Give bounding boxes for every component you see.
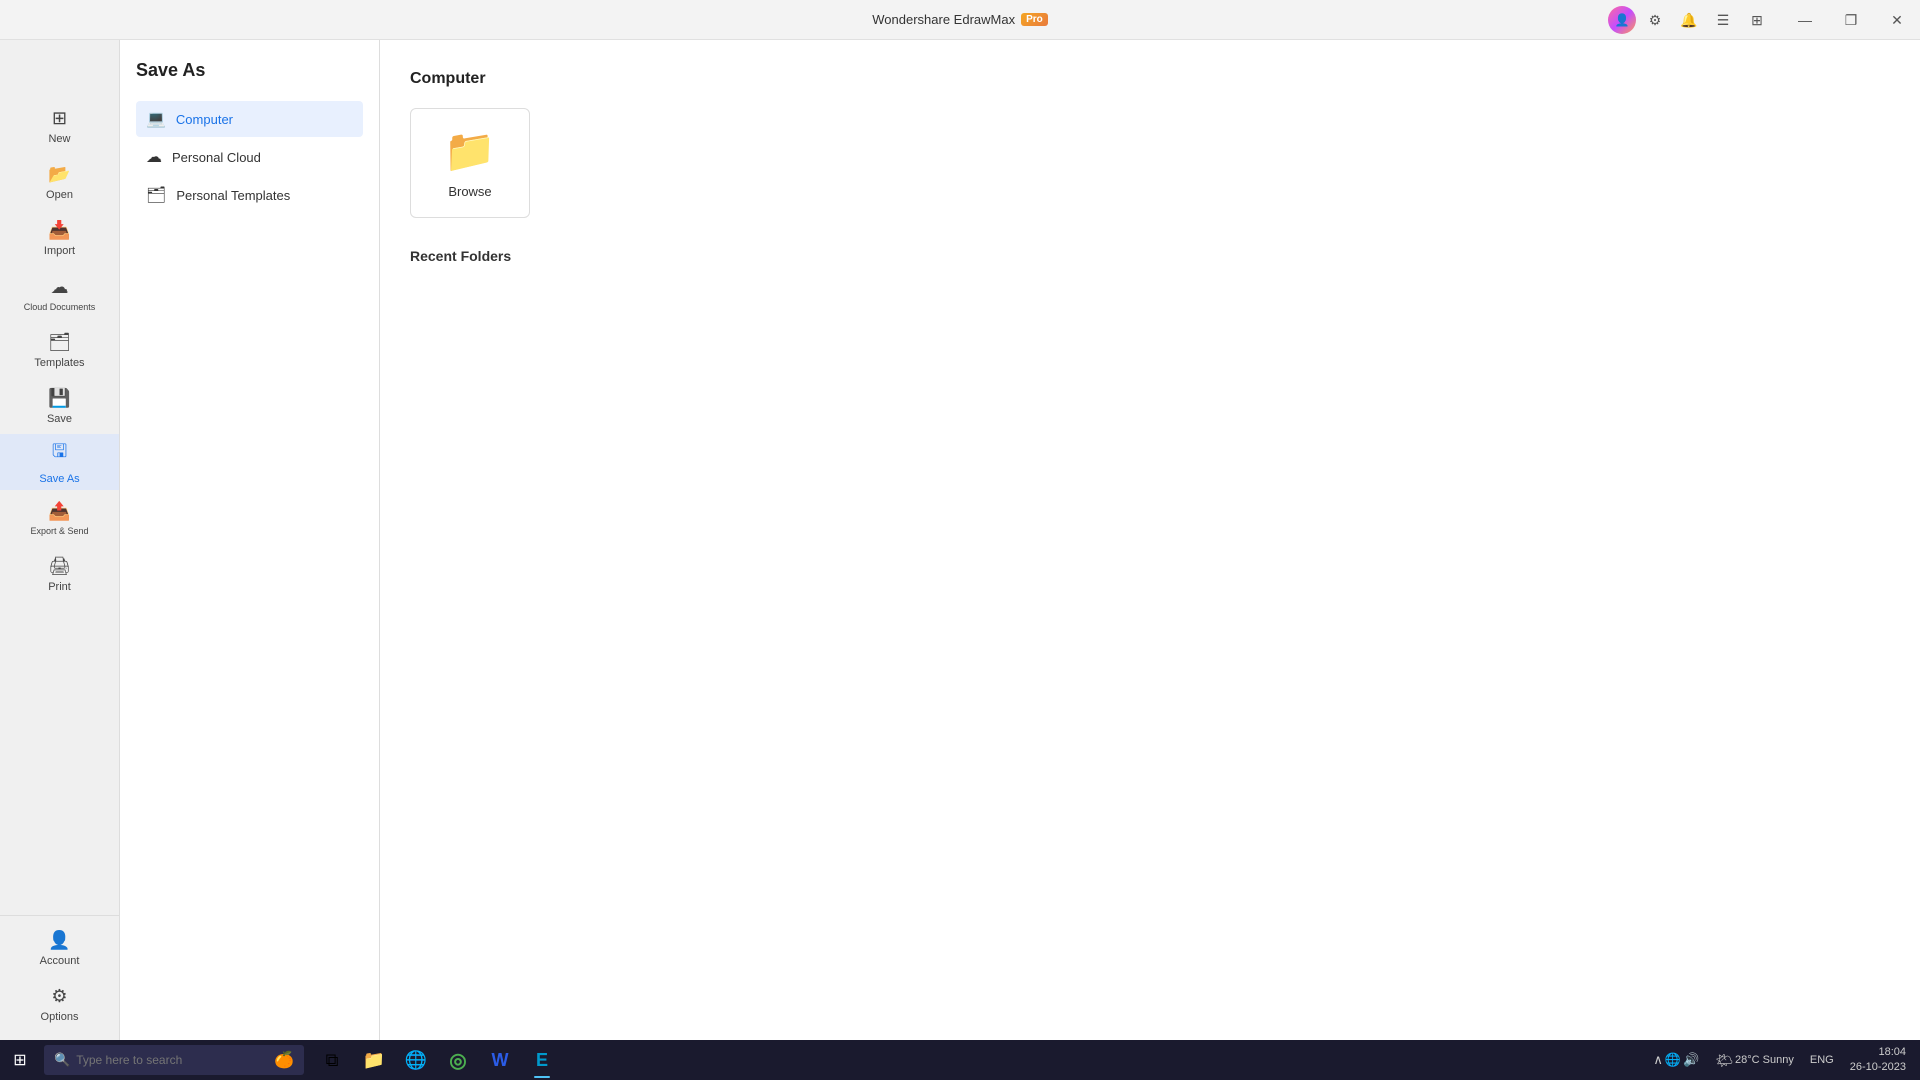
sidebar-item-save-as-label: Save As — [39, 473, 79, 485]
sidebar-item-save-as[interactable]: 🖫 Save As — [0, 434, 119, 490]
app-title: Wondershare EdrawMax Pro — [872, 12, 1048, 27]
app-title-text: Wondershare EdrawMax — [872, 12, 1015, 27]
sidebar-item-new[interactable]: ⊞ New — [0, 98, 119, 154]
taskbar-edge[interactable]: 🌐 — [396, 1040, 436, 1080]
cloud-documents-icon: ☁ — [51, 277, 69, 298]
sidebar-item-open[interactable]: 📂 Open — [0, 154, 119, 210]
options-icon: ⚙ — [51, 986, 67, 1007]
taskbar-lang[interactable]: ENG — [1804, 1050, 1840, 1070]
taskbar-edrawmax[interactable]: E — [522, 1040, 562, 1080]
sidebar-item-open-label: Open — [46, 189, 73, 201]
import-icon: 📥 — [48, 220, 70, 241]
search-icon: 🔍 — [54, 1052, 70, 1068]
new-icon: ⊞ — [52, 108, 67, 129]
taskbar-weather[interactable]: 🌤 28°C Sunny — [1709, 1048, 1800, 1073]
language-indicator: ENG — [1810, 1054, 1834, 1066]
personal-templates-icon: 🗂 — [146, 185, 166, 205]
sidebar-item-import-label: Import — [44, 245, 75, 257]
sidebar-item-account-label: Account — [40, 955, 80, 967]
close-button[interactable]: ✕ — [1874, 0, 1920, 40]
save-as-option-personal-cloud[interactable]: ☁ Personal Cloud — [136, 139, 363, 175]
left-sidebar: ⊞ New 📂 Open 📥 Import ☁ Cloud Documents … — [0, 40, 120, 1040]
sidebar-item-save-label: Save — [47, 413, 72, 425]
taskbar-task-view[interactable]: ⧉ — [312, 1040, 352, 1080]
main-content: Computer 📁 Browse Recent Folders — [380, 40, 1920, 1040]
export-send-icon: 📤 — [48, 501, 70, 522]
sidebar-item-account[interactable]: 👤 Account — [0, 920, 119, 976]
sidebar-item-export-label: Export & Send — [30, 526, 88, 536]
recent-folders-title: Recent Folders — [410, 248, 1890, 264]
weather-text: 28°C Sunny — [1735, 1054, 1794, 1066]
save-as-option-computer-label: Computer — [176, 112, 233, 127]
sidebar-bottom: 👤 Account ⚙ Options — [0, 915, 119, 1032]
sidebar-item-options[interactable]: ⚙ Options — [0, 976, 119, 1032]
toolbar-icon[interactable]: ⊞ — [1742, 5, 1772, 35]
templates-icon: 🗂 — [48, 332, 71, 353]
sidebar-item-templates[interactable]: 🗂 Templates — [0, 322, 119, 378]
browse-label: Browse — [448, 184, 491, 199]
title-bar-right-icons: 👤 ⚙ 🔔 ☰ ⊞ — [1600, 0, 1780, 40]
save-as-panel-title: Save As — [136, 60, 363, 81]
chevron-icon: ∧ — [1653, 1052, 1663, 1068]
sidebar-item-new-label: New — [48, 133, 70, 145]
time-display: 18:04 — [1850, 1045, 1906, 1060]
sidebar-item-export-send[interactable]: 📤 Export & Send — [0, 490, 119, 546]
user-avatar[interactable]: 👤 — [1608, 6, 1636, 34]
account-icon: 👤 — [48, 930, 70, 951]
sidebar-item-save[interactable]: 💾 Save — [0, 378, 119, 434]
start-icon: ⊞ — [13, 1050, 26, 1070]
sidebar-item-templates-label: Templates — [34, 357, 84, 369]
date-display: 26-10-2023 — [1850, 1060, 1906, 1075]
save-as-panel: Save As 💻 Computer ☁ Personal Cloud 🗂 Pe… — [120, 40, 380, 1040]
menu-icon[interactable]: ☰ — [1708, 5, 1738, 35]
pro-badge: Pro — [1021, 13, 1048, 26]
restore-button[interactable]: ❐ — [1828, 0, 1874, 40]
taskbar-right: ∧ 🌐 🔊 🌤 28°C Sunny ENG 18:04 26-10-2023 — [1647, 1041, 1920, 1080]
save-as-option-cloud-label: Personal Cloud — [172, 150, 261, 165]
taskbar-search-box[interactable]: 🔍 🍊 — [44, 1045, 304, 1075]
start-button[interactable]: ⊞ — [0, 1040, 40, 1080]
volume-icon: 🔊 — [1683, 1052, 1699, 1068]
search-emoji: 🍊 — [274, 1050, 294, 1070]
save-as-option-templates-label: Personal Templates — [176, 188, 290, 203]
sidebar-item-cloud-documents[interactable]: ☁ Cloud Documents — [0, 266, 119, 322]
print-icon: 🖨 — [48, 556, 71, 577]
save-as-icon: 🖫 — [52, 439, 67, 469]
title-bar: Wondershare EdrawMax Pro 👤 ⚙ 🔔 ☰ ⊞ — ❐ ✕ — [0, 0, 1920, 40]
taskbar-word[interactable]: W — [480, 1040, 520, 1080]
save-as-option-computer[interactable]: 💻 Computer — [136, 101, 363, 137]
search-input[interactable] — [76, 1053, 268, 1067]
save-as-option-personal-templates[interactable]: 🗂 Personal Templates — [136, 177, 363, 213]
sidebar-item-import[interactable]: 📥 Import — [0, 210, 119, 266]
sidebar-item-print[interactable]: 🖨 Print — [0, 546, 119, 602]
network-icon: 🌐 — [1665, 1052, 1681, 1068]
save-icon: 💾 — [48, 388, 70, 409]
taskbar-clock[interactable]: 18:04 26-10-2023 — [1844, 1041, 1912, 1080]
folder-icon: 📁 — [444, 127, 496, 176]
window-controls: — ❐ ✕ — [1782, 0, 1920, 40]
browse-card[interactable]: 📁 Browse — [410, 108, 530, 218]
taskbar-system-icons[interactable]: ∧ 🌐 🔊 — [1647, 1048, 1705, 1072]
taskbar-chrome[interactable]: ◎ — [438, 1040, 478, 1080]
taskbar: ⊞ 🔍 🍊 ⧉ 📁 🌐 ◎ W E ∧ 🌐 🔊 🌤 28°C Sunny ENG… — [0, 1040, 1920, 1080]
main-section-title: Computer — [410, 70, 1890, 88]
open-icon: 📂 — [48, 164, 70, 185]
minimize-button[interactable]: — — [1782, 0, 1828, 40]
taskbar-file-explorer[interactable]: 📁 — [354, 1040, 394, 1080]
computer-icon: 💻 — [146, 109, 166, 129]
personal-cloud-icon: ☁ — [146, 147, 162, 167]
notifications-icon[interactable]: 🔔 — [1674, 5, 1704, 35]
sidebar-item-print-label: Print — [48, 581, 71, 593]
weather-icon: 🌤 — [1715, 1052, 1733, 1069]
taskbar-apps: ⧉ 📁 🌐 ◎ W E — [312, 1040, 562, 1080]
sidebar-item-options-label: Options — [41, 1011, 79, 1023]
settings-icon[interactable]: ⚙ — [1640, 5, 1670, 35]
sidebar-item-cloud-label: Cloud Documents — [24, 302, 96, 312]
